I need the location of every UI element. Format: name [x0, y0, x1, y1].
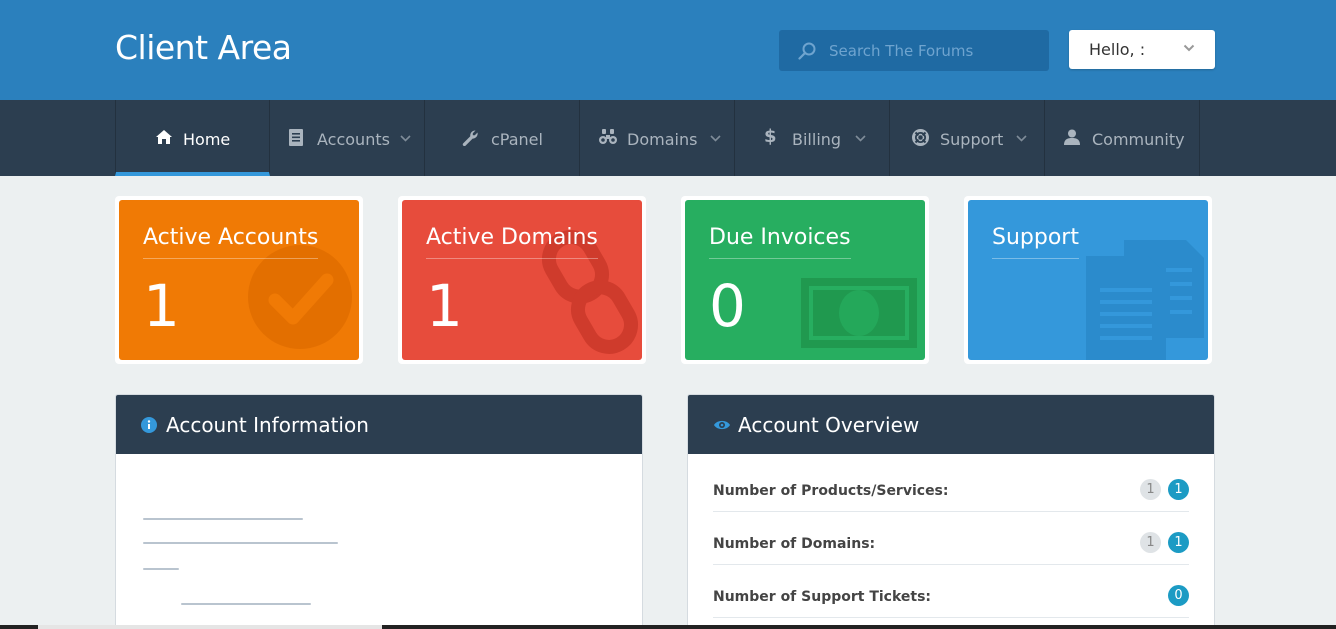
search-input[interactable]: [829, 30, 1044, 71]
nav-cpanel-label: cPanel: [491, 130, 543, 149]
nav-domains-label: Domains: [627, 130, 698, 149]
overview-row-tickets[interactable]: Number of Support Tickets: 0: [713, 565, 1189, 618]
row-label: Number of Support Tickets:: [713, 589, 932, 605]
tile-value: 1: [143, 272, 180, 340]
chevron-down-icon: [1016, 135, 1027, 142]
tile-value: 1: [426, 272, 463, 340]
forum-search[interactable]: [779, 30, 1049, 71]
row-label: Number of Products/Services:: [713, 483, 949, 499]
wrench-icon: [462, 130, 478, 146]
eye-icon: [714, 420, 730, 430]
panel-title: Account Information: [166, 413, 369, 437]
nav-domains[interactable]: Domains: [580, 100, 735, 176]
overview-row-products[interactable]: Number of Products/Services: 1 1: [713, 459, 1189, 512]
home-icon: [156, 130, 172, 144]
brand-title[interactable]: Client Area: [115, 28, 292, 67]
badge-count: 1: [1140, 532, 1161, 553]
nav-accounts[interactable]: Accounts: [270, 100, 425, 176]
panel-title: Account Overview: [738, 413, 920, 437]
lifebuoy-icon: [912, 129, 929, 146]
nav-cpanel[interactable]: cPanel: [425, 100, 580, 176]
panel-header: Account Information: [116, 395, 642, 454]
nav-community-label: Community: [1092, 130, 1185, 149]
nav-accounts-label: Accounts: [317, 130, 390, 149]
tile-title: Active Accounts: [143, 225, 319, 259]
header-bar: Client Area Hello, :: [0, 0, 1336, 100]
nav-support[interactable]: Support: [890, 100, 1045, 176]
account-information-panel: Account Information: [115, 394, 643, 629]
badge-count: 0: [1168, 585, 1189, 606]
user-menu-button[interactable]: Hello, :: [1069, 30, 1215, 69]
money-icon: [801, 278, 917, 348]
nav-billing-label: Billing: [792, 130, 842, 149]
chevron-down-icon: [855, 135, 866, 142]
chevron-down-icon: [1183, 44, 1195, 52]
nav-billing[interactable]: $ Billing: [735, 100, 890, 176]
info-icon: [141, 417, 157, 433]
greeting-text: Hello, :: [1089, 40, 1146, 59]
tile-title: Support: [992, 225, 1079, 259]
badge-count: 1: [1140, 479, 1161, 500]
panel-header: Account Overview: [688, 395, 1214, 454]
tile-value: 0: [709, 272, 746, 340]
user-icon: [1064, 129, 1080, 145]
document-icon: [289, 129, 303, 146]
tile-due-invoices[interactable]: Due Invoices 0: [681, 196, 929, 364]
chevron-down-icon: [710, 135, 721, 142]
documents-icon: [1086, 240, 1204, 360]
main-nav: Home Accounts cPanel Domains $ Billing S…: [0, 100, 1336, 176]
overview-row-domains[interactable]: Number of Domains: 1 1: [713, 512, 1189, 565]
badge-count: 1: [1168, 532, 1189, 553]
tile-title: Due Invoices: [709, 225, 851, 259]
bottom-edge: [0, 625, 1336, 629]
nav-community[interactable]: Community: [1045, 100, 1200, 176]
account-overview-panel: Account Overview Number of Products/Serv…: [687, 394, 1215, 629]
row-label: Number of Domains:: [713, 536, 876, 552]
tile-active-domains[interactable]: Active Domains 1: [398, 196, 646, 364]
binoculars-icon: [599, 129, 617, 144]
nav-home-label: Home: [183, 130, 231, 149]
tile-support[interactable]: Support: [964, 196, 1212, 364]
tile-title: Active Domains: [426, 225, 598, 259]
dollar-icon: $: [764, 126, 777, 147]
tile-active-accounts[interactable]: Active Accounts 1: [115, 196, 363, 364]
search-icon: [798, 42, 816, 60]
nav-support-label: Support: [940, 130, 1004, 149]
badge-count: 1: [1168, 479, 1189, 500]
nav-home[interactable]: Home: [115, 100, 270, 176]
check-icon: [248, 245, 352, 349]
chevron-down-icon: [400, 135, 411, 142]
